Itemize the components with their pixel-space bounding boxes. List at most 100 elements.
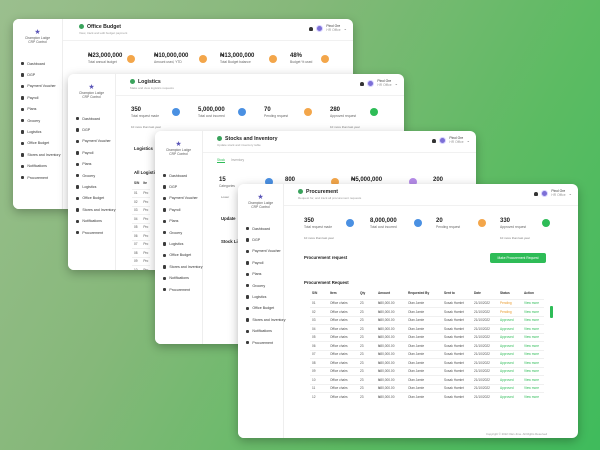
sidebar-item-office-budget[interactable]: Office Budget <box>155 250 202 261</box>
sidebar-item-office-budget[interactable]: Office Budget <box>13 138 62 149</box>
table-row[interactable]: 04 Office chairs 23 ₦80,000.00 Olan Jamie Sos… <box>310 324 544 333</box>
avatar[interactable] <box>439 137 447 145</box>
table-row[interactable]: 07 Pro <box>132 239 151 249</box>
view-more-link[interactable]: View more <box>522 383 544 393</box>
table-row[interactable]: 10 Pro <box>132 265 151 270</box>
make-procurement-request-button[interactable]: Make Procurement Request <box>490 253 546 263</box>
sidebar-item-logistics[interactable]: Logistics <box>238 291 283 302</box>
table-row[interactable]: 11 Office chairs 23 ₦80,000.00 Olan Jamie Sos… <box>310 383 544 393</box>
table-row[interactable]: 02 Office chairs 23 ₦80,000.00 Olan Jamie Sos… <box>310 307 544 316</box>
sidebar-item-dgp[interactable]: DGP <box>13 69 62 80</box>
table-row[interactable]: 12 Office chairs 23 ₦80,000.00 Olan Jamie Sos… <box>310 392 544 401</box>
sidebar-item-dashboard[interactable]: Dashboard <box>13 58 62 69</box>
sidebar-item-logistics[interactable]: Logistics <box>155 238 202 249</box>
table-row[interactable]: 05 Pro <box>132 222 151 232</box>
view-more-link[interactable]: View more <box>522 307 544 316</box>
bell-icon[interactable] <box>534 191 539 197</box>
table-row[interactable]: 10 Office chairs 23 ₦80,000.00 Olan Jamie Sos… <box>310 375 544 384</box>
chevron-down-icon[interactable]: ⌄ <box>344 26 347 31</box>
view-more-link[interactable]: View more <box>522 366 544 376</box>
table-row[interactable]: 02 Pro <box>132 197 151 206</box>
sidebar-item-dgp[interactable]: DGP <box>155 181 202 192</box>
sidebar-item-payroll[interactable]: Payroll <box>155 204 202 215</box>
sidebar-item-procurement[interactable]: Procurement <box>13 172 62 183</box>
sidebar-item-payment-voucher[interactable]: Payment Voucher <box>238 246 283 257</box>
sidebar-item-notifications[interactable]: Notifications <box>13 161 62 172</box>
column-header[interactable]: Action <box>522 288 544 299</box>
sidebar-item-payroll[interactable]: Payroll <box>68 147 115 158</box>
sidebar-item-grocery[interactable]: Grocery <box>13 115 62 126</box>
table-row[interactable]: 07 Office chairs 23 ₦80,000.00 Olan Jamie Sos… <box>310 349 544 359</box>
view-more-link[interactable]: View more <box>522 341 544 350</box>
sidebar-item-dashboard[interactable]: Dashboard <box>68 113 115 124</box>
sidebar-item-grocery[interactable]: Grocery <box>68 170 115 181</box>
table-row[interactable]: 08 Pro <box>132 248 151 257</box>
sidebar-item-payment-voucher[interactable]: Payment Voucher <box>155 193 202 204</box>
avatar[interactable] <box>541 190 549 198</box>
bell-icon[interactable] <box>309 26 314 32</box>
chevron-down-icon[interactable]: ⌄ <box>467 138 470 143</box>
chevron-down-icon[interactable]: ⌄ <box>569 191 572 196</box>
column-header[interactable]: Amount <box>376 288 406 299</box>
view-more-link[interactable]: View more <box>522 349 544 359</box>
column-header[interactable]: Requested By <box>406 288 442 299</box>
table-row[interactable]: 08 Office chairs 23 ₦80,000.00 Olan Jamie Sos… <box>310 358 544 367</box>
column-header[interactable]: Status <box>498 288 522 299</box>
sidebar-item-office-budget[interactable]: Office Budget <box>68 193 115 204</box>
table-row[interactable]: 09 Pro <box>132 256 151 266</box>
view-more-link[interactable]: View more <box>522 298 544 308</box>
user-menu[interactable]: Pinol Ore HR Office ⌄ <box>309 24 347 33</box>
sidebar-item-logistics[interactable]: Logistics <box>68 181 115 192</box>
sidebar-item-logistics[interactable]: Logistics <box>13 126 62 137</box>
sidebar-item-payroll[interactable]: Payroll <box>238 257 283 268</box>
user-menu[interactable]: Pinol Ore HR Office ⌄ <box>432 136 470 145</box>
bell-icon[interactable] <box>432 138 437 144</box>
column-header[interactable]: Qty <box>358 288 376 299</box>
table-row[interactable]: 05 Office chairs 23 ₦80,000.00 Olan Jamie Sos… <box>310 332 544 342</box>
table-row[interactable]: 03 Pro <box>132 205 151 215</box>
sidebar-item-grocery[interactable]: Grocery <box>155 227 202 238</box>
view-more-link[interactable]: View more <box>522 332 544 342</box>
sidebar-item-payment-voucher[interactable]: Payment Voucher <box>68 136 115 147</box>
sidebar-item-stores-and-inventory[interactable]: Stores and Inventory <box>238 314 286 325</box>
table-row[interactable]: 01 Office chairs 23 ₦80,000.00 Olan Jamie Sos… <box>310 298 544 308</box>
avatar[interactable] <box>367 80 375 88</box>
sidebar-item-notifications[interactable]: Notifications <box>68 216 115 227</box>
table-row[interactable]: 03 Office chairs 23 ₦80,000.00 Olan Jamie Sos… <box>310 315 544 325</box>
sidebar-item-payroll[interactable]: Payroll <box>13 92 62 103</box>
sidebar-item-payment-voucher[interactable]: Payment Voucher <box>13 81 62 92</box>
column-header[interactable]: Sent to <box>442 288 472 299</box>
sidebar-item-office-budget[interactable]: Office Budget <box>238 303 283 314</box>
user-menu[interactable]: Pinol Ore HR Office ⌄ <box>534 189 572 198</box>
view-more-link[interactable]: View more <box>522 358 544 367</box>
sidebar-item-procurement[interactable]: Procurement <box>68 227 115 238</box>
sidebar-item-dgp[interactable]: DGP <box>238 234 283 245</box>
tab-inventory[interactable]: Inventory <box>231 158 244 163</box>
table-row[interactable]: 09 Office chairs 23 ₦80,000.00 Olan Jamie Sos… <box>310 366 544 376</box>
column-header[interactable]: Date <box>472 288 498 299</box>
view-more-link[interactable]: View more <box>522 392 544 401</box>
column-header[interactable]: Item <box>328 288 358 299</box>
sidebar-item-notifications[interactable]: Notifications <box>238 326 283 337</box>
sidebar-item-notifications[interactable]: Notifications <box>155 273 202 284</box>
view-more-link[interactable]: View more <box>522 324 544 333</box>
sidebar-item-plans[interactable]: Plans <box>68 159 115 170</box>
bell-icon[interactable] <box>360 81 365 87</box>
sidebar-item-plans[interactable]: Plans <box>238 269 283 280</box>
view-more-link[interactable]: View more <box>522 375 544 384</box>
sidebar-item-grocery[interactable]: Grocery <box>238 280 283 291</box>
tab-stock[interactable]: Stock <box>217 158 225 163</box>
sidebar-item-plans[interactable]: Plans <box>13 104 62 115</box>
sidebar-item-stores-and-inventory[interactable]: Stores and Inventory <box>68 204 116 215</box>
table-row[interactable]: 01 Pro <box>132 188 151 198</box>
sidebar-item-dgp[interactable]: DGP <box>68 124 115 135</box>
column-header[interactable]: S/N <box>310 288 328 299</box>
avatar[interactable] <box>316 25 324 33</box>
view-more-link[interactable]: View more <box>522 315 544 325</box>
chevron-down-icon[interactable]: ⌄ <box>395 81 398 86</box>
sidebar-item-dashboard[interactable]: Dashboard <box>155 170 202 181</box>
sidebar-item-dashboard[interactable]: Dashboard <box>238 223 283 234</box>
table-row[interactable]: 06 Office chairs 23 ₦80,000.00 Olan Jamie Sos… <box>310 341 544 350</box>
sidebar-item-plans[interactable]: Plans <box>155 216 202 227</box>
user-menu[interactable]: Pinol Ore HR Office ⌄ <box>360 79 398 88</box>
